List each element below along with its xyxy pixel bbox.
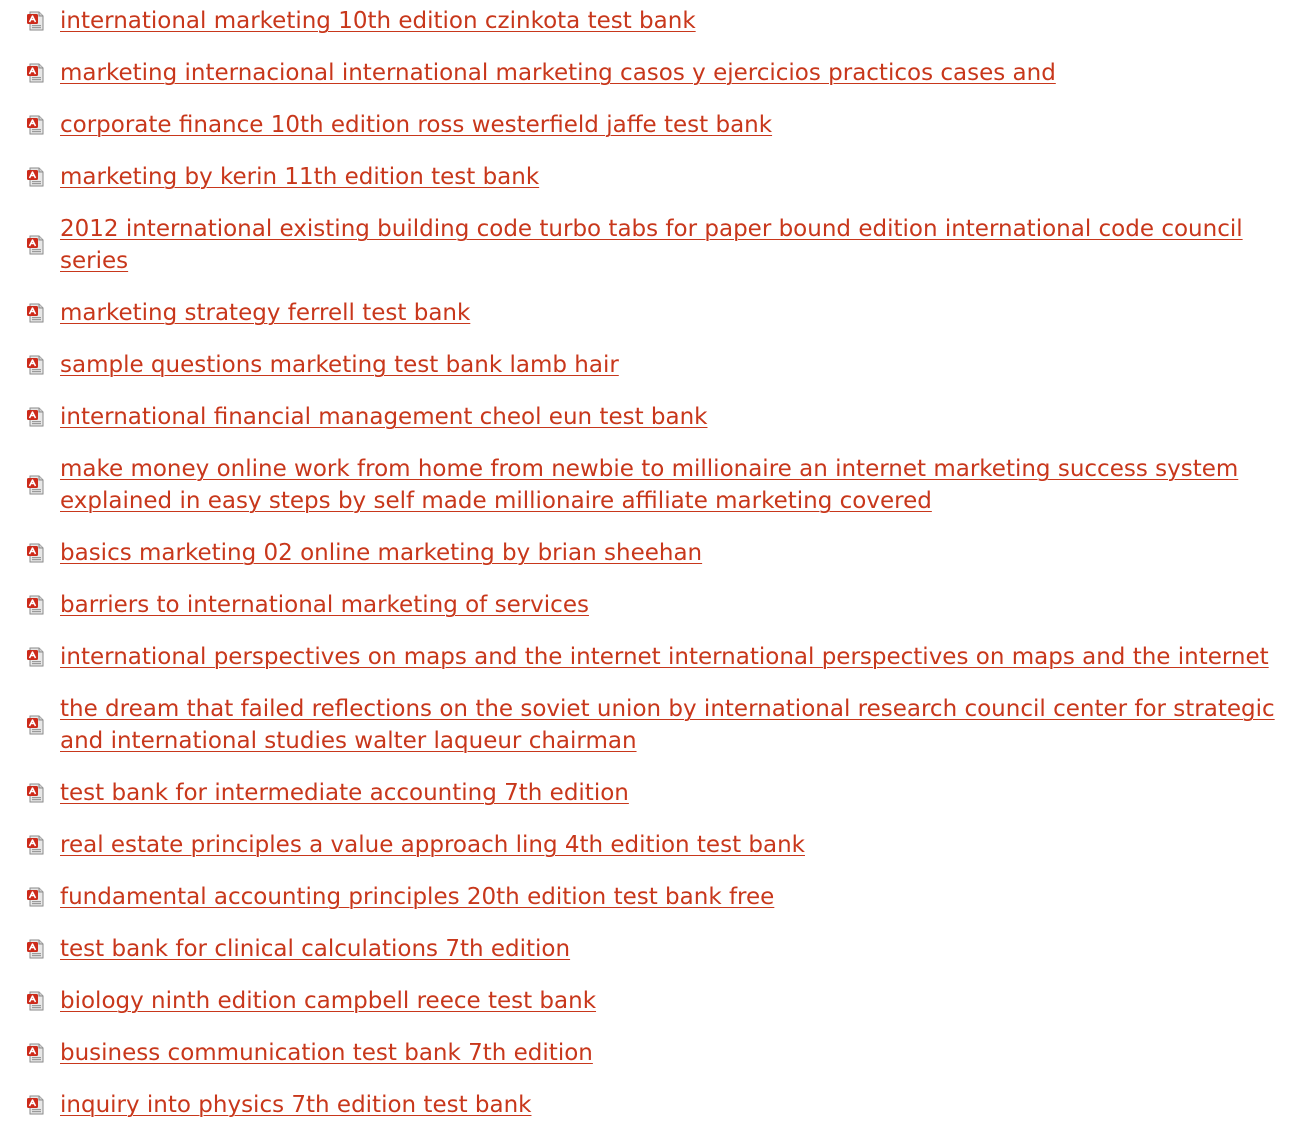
pdf-link[interactable]: international perspectives on maps and t… <box>60 641 1269 673</box>
list-item: international marketing 10th edition czi… <box>0 5 1309 37</box>
list-item: sample questions marketing test bank lam… <box>0 349 1309 381</box>
pdf-file-icon <box>26 647 46 667</box>
list-item: barriers to international marketing of s… <box>0 589 1309 621</box>
pdf-link[interactable]: basics marketing 02 online marketing by … <box>60 537 702 569</box>
list-item: test bank for clinical calculations 7th … <box>0 933 1309 965</box>
pdf-file-icon <box>26 355 46 375</box>
pdf-link[interactable]: make money online work from home from ne… <box>60 453 1301 517</box>
pdf-file-icon <box>26 887 46 907</box>
pdf-link[interactable]: marketing strategy ferrell test bank <box>60 297 470 329</box>
pdf-link[interactable]: fundamental accounting principles 20th e… <box>60 881 774 913</box>
pdf-file-icon <box>26 939 46 959</box>
pdf-link[interactable]: international financial management cheol… <box>60 401 708 433</box>
pdf-file-icon <box>26 543 46 563</box>
list-item: the dream that failed reflections on the… <box>0 693 1309 757</box>
pdf-file-icon <box>26 1095 46 1115</box>
pdf-link-list: international marketing 10th edition czi… <box>0 0 1309 1121</box>
pdf-link[interactable]: sample questions marketing test bank lam… <box>60 349 619 381</box>
pdf-link[interactable]: 2012 international existing building cod… <box>60 213 1301 277</box>
list-item: make money online work from home from ne… <box>0 453 1309 517</box>
list-item: marketing internacional international ma… <box>0 57 1309 89</box>
pdf-file-icon <box>26 595 46 615</box>
list-item: inquiry into physics 7th edition test ba… <box>0 1089 1309 1121</box>
list-item: marketing by kerin 11th edition test ban… <box>0 161 1309 193</box>
pdf-file-icon <box>26 235 46 255</box>
list-item: business communication test bank 7th edi… <box>0 1037 1309 1069</box>
pdf-file-icon <box>26 835 46 855</box>
list-item: 2012 international existing building cod… <box>0 213 1309 277</box>
pdf-link[interactable]: test bank for intermediate accounting 7t… <box>60 777 629 809</box>
pdf-file-icon <box>26 715 46 735</box>
list-item: corporate finance 10th edition ross west… <box>0 109 1309 141</box>
pdf-link[interactable]: inquiry into physics 7th edition test ba… <box>60 1089 532 1121</box>
pdf-file-icon <box>26 167 46 187</box>
list-item: biology ninth edition campbell reece tes… <box>0 985 1309 1017</box>
pdf-link[interactable]: test bank for clinical calculations 7th … <box>60 933 570 965</box>
list-item: real estate principles a value approach … <box>0 829 1309 861</box>
pdf-file-icon <box>26 475 46 495</box>
pdf-link[interactable]: barriers to international marketing of s… <box>60 589 589 621</box>
list-item: basics marketing 02 online marketing by … <box>0 537 1309 569</box>
list-item: marketing strategy ferrell test bank <box>0 297 1309 329</box>
pdf-link[interactable]: marketing internacional international ma… <box>60 57 1056 89</box>
pdf-file-icon <box>26 11 46 31</box>
pdf-link[interactable]: corporate finance 10th edition ross west… <box>60 109 772 141</box>
pdf-link[interactable]: marketing by kerin 11th edition test ban… <box>60 161 539 193</box>
pdf-file-icon <box>26 407 46 427</box>
pdf-link[interactable]: business communication test bank 7th edi… <box>60 1037 593 1069</box>
pdf-link[interactable]: biology ninth edition campbell reece tes… <box>60 985 596 1017</box>
pdf-file-icon <box>26 303 46 323</box>
pdf-file-icon <box>26 1043 46 1063</box>
pdf-link[interactable]: the dream that failed reflections on the… <box>60 693 1301 757</box>
list-item: international financial management cheol… <box>0 401 1309 433</box>
pdf-file-icon <box>26 991 46 1011</box>
pdf-file-icon <box>26 783 46 803</box>
pdf-link[interactable]: international marketing 10th edition czi… <box>60 5 696 37</box>
list-item: fundamental accounting principles 20th e… <box>0 881 1309 913</box>
list-item: test bank for intermediate accounting 7t… <box>0 777 1309 809</box>
pdf-file-icon <box>26 115 46 135</box>
pdf-link[interactable]: real estate principles a value approach … <box>60 829 805 861</box>
pdf-file-icon <box>26 63 46 83</box>
list-item: international perspectives on maps and t… <box>0 641 1309 673</box>
